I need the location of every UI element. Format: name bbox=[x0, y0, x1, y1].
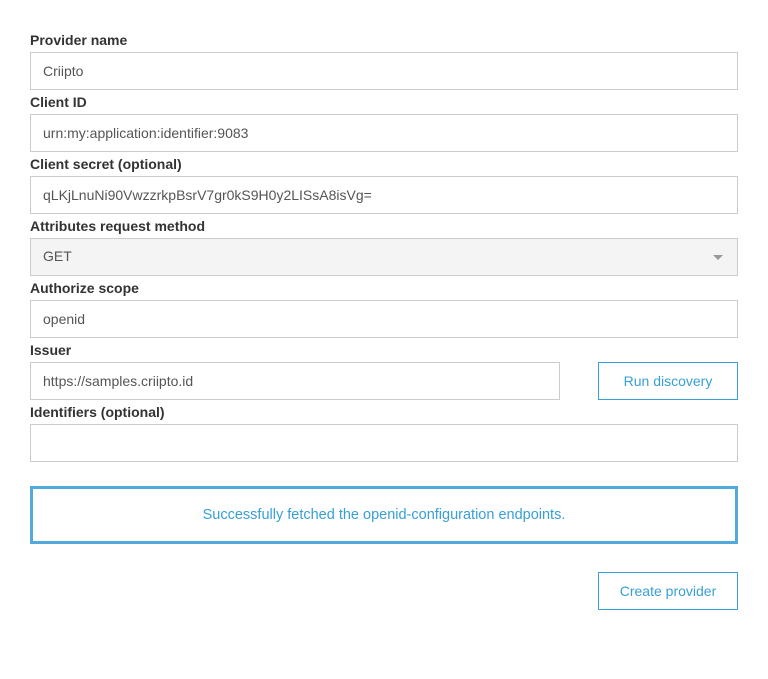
issuer-input[interactable] bbox=[30, 362, 560, 400]
run-discovery-button[interactable]: Run discovery bbox=[598, 362, 738, 400]
chevron-down-icon bbox=[713, 255, 723, 260]
client-id-input[interactable] bbox=[30, 114, 738, 152]
identifiers-label: Identifiers (optional) bbox=[30, 404, 738, 420]
provider-name-input[interactable] bbox=[30, 52, 738, 90]
client-secret-label: Client secret (optional) bbox=[30, 156, 738, 172]
issuer-group: Issuer Run discovery bbox=[30, 342, 738, 400]
client-id-label: Client ID bbox=[30, 94, 738, 110]
authorize-scope-label: Authorize scope bbox=[30, 280, 738, 296]
client-secret-group: Client secret (optional) bbox=[30, 156, 738, 214]
issuer-row: Run discovery bbox=[30, 362, 738, 400]
provider-config-form: Provider name Client ID Client secret (o… bbox=[30, 32, 738, 610]
authorize-scope-input[interactable] bbox=[30, 300, 738, 338]
attributes-method-label: Attributes request method bbox=[30, 218, 738, 234]
identifiers-input[interactable] bbox=[30, 424, 738, 462]
attributes-method-value: GET bbox=[43, 247, 72, 267]
spacer bbox=[560, 362, 598, 400]
attributes-method-group: Attributes request method GET bbox=[30, 218, 738, 276]
create-provider-button[interactable]: Create provider bbox=[598, 572, 738, 610]
success-alert: Successfully fetched the openid-configur… bbox=[30, 486, 738, 544]
authorize-scope-group: Authorize scope bbox=[30, 280, 738, 338]
client-secret-input[interactable] bbox=[30, 176, 738, 214]
identifiers-group: Identifiers (optional) bbox=[30, 404, 738, 462]
client-id-group: Client ID bbox=[30, 94, 738, 152]
provider-name-group: Provider name bbox=[30, 32, 738, 90]
attributes-method-select[interactable]: GET bbox=[30, 238, 738, 276]
success-alert-text: Successfully fetched the openid-configur… bbox=[203, 507, 566, 523]
issuer-label: Issuer bbox=[30, 342, 738, 358]
footer-actions: Create provider bbox=[30, 572, 738, 610]
provider-name-label: Provider name bbox=[30, 32, 738, 48]
